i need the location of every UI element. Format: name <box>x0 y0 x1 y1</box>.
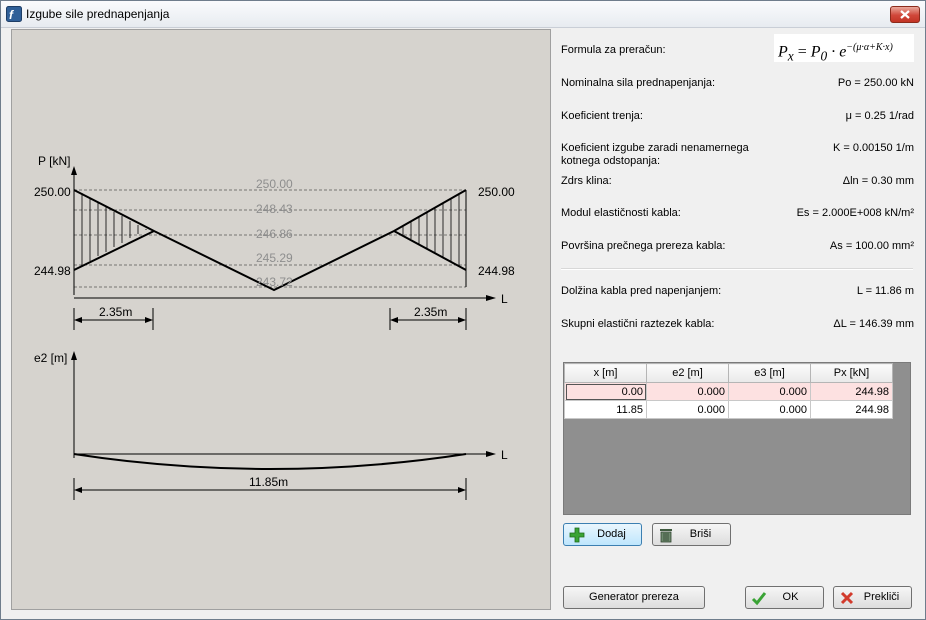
right-top-value: 250.00 <box>478 185 515 199</box>
length-axis-label: L <box>501 292 508 306</box>
cable-length-label: Dolžina kabla pred napenjanjem: <box>561 285 722 297</box>
plus-icon <box>569 527 585 543</box>
cable-area-label: Površina prečnega prereza kabla: <box>561 240 726 252</box>
anchor-slip-label: Zdrs klina: <box>561 175 612 187</box>
column-header-px[interactable]: Px [kN] <box>810 363 893 383</box>
trash-icon <box>660 529 672 543</box>
length-axis-arrow <box>486 295 496 301</box>
elastic-modulus-label: Modul elastičnosti kabla: <box>561 207 681 219</box>
force-axis-label: P [kN] <box>38 154 70 168</box>
cable-profile-curve <box>73 453 467 470</box>
window-title: Izgube sile prednapenjanja <box>26 7 170 21</box>
friction-coefficient-label: Koeficient trenja: <box>561 110 643 122</box>
ok-button[interactable]: OK <box>745 586 824 609</box>
close-button[interactable] <box>890 6 920 23</box>
cable-points-grid[interactable]: x [m] e2 [m] e3 [m] Px [kN] 0.00 0.000 0… <box>563 362 911 515</box>
wobble-coefficient-label: Koeficient izgube zaradi nenamernega kot… <box>561 142 749 167</box>
formula-label: Formula za preračun: <box>561 44 666 56</box>
level-label: 245.29 <box>256 251 293 265</box>
formula-exponent: −(μ·α+K·x) <box>846 42 893 53</box>
section-generator-button[interactable]: Generator prereza <box>563 586 705 609</box>
nominal-force-value: Po = 250.00 kN <box>837 77 914 89</box>
table-cell[interactable]: 11.85 <box>564 400 647 419</box>
right-draw-in-label: 2.35m <box>414 305 447 319</box>
left-hatching <box>81 193 147 266</box>
friction-coefficient-value: μ = 0.25 1/rad <box>845 110 914 122</box>
column-header-e3[interactable]: e3 [m] <box>728 363 811 383</box>
level-labels: 250.00 248.43 246.86 245.29 243.72 <box>256 177 293 289</box>
formula-eq: = <box>793 43 811 61</box>
section-generator-label: Generator prereza <box>589 591 679 603</box>
app-icon: f <box>6 6 22 22</box>
right-hatching <box>394 195 460 266</box>
formula-p0: P <box>810 43 821 61</box>
checkmark-icon <box>751 592 767 606</box>
ecc-axis-label: e2 [m] <box>34 351 67 365</box>
close-icon <box>900 10 910 19</box>
right-bottom-value: 244.98 <box>478 264 515 278</box>
column-header-e2[interactable]: e2 [m] <box>646 363 729 383</box>
table-cell[interactable]: 0.000 <box>728 382 811 401</box>
left-draw-in-label: 2.35m <box>99 305 132 319</box>
level-label: 250.00 <box>256 177 293 191</box>
level-label: 246.86 <box>256 227 293 241</box>
left-top-value: 250.00 <box>34 185 71 199</box>
force-axis-arrow <box>71 166 77 175</box>
cross-icon <box>840 591 854 605</box>
diagram-canvas: P [kN] L 250.00 244.98 250.00 244.98 250… <box>11 29 551 610</box>
force-diagram: P [kN] L 250.00 244.98 250.00 244.98 250… <box>34 154 515 500</box>
elongation-value: ΔL = 146.39 mm <box>833 318 914 330</box>
table-header-row: x [m] e2 [m] e3 [m] Px [kN] <box>564 363 893 383</box>
title-bar: f Izgube sile prednapenjanja <box>1 1 925 28</box>
level-label: 243.72 <box>256 275 293 289</box>
cable-length-value: L = 11.86 m <box>856 285 914 297</box>
ok-button-label: OK <box>782 591 799 603</box>
add-button-label: Dodaj <box>597 528 626 540</box>
table-row[interactable]: 0.00 0.000 0.000 244.98 <box>564 382 893 401</box>
ecc-length-label: L <box>501 448 508 462</box>
elastic-modulus-value: Es = 2.000E+008 kN/m² <box>796 207 914 219</box>
wobble-coefficient-value: K = 0.00150 1/m <box>832 142 914 154</box>
table-cell[interactable]: 244.98 <box>810 382 893 401</box>
draw-in-dimensions <box>73 308 467 330</box>
delete-button-label: Briši <box>689 528 712 540</box>
dialog-window: f Izgube sile prednapenjanja P [kN] L 25… <box>0 0 926 620</box>
ecc-length-arrow <box>486 451 496 457</box>
nominal-force-label: Nominalna sila prednapenjanja: <box>561 77 716 89</box>
cable-points-table: x [m] e2 [m] e3 [m] Px [kN] 0.00 0.000 0… <box>564 363 893 419</box>
add-button[interactable]: Dodaj <box>563 523 642 546</box>
left-bottom-value: 244.98 <box>34 264 71 278</box>
delete-button[interactable]: Briši <box>652 523 731 546</box>
dialog-client: P [kN] L 250.00 244.98 250.00 244.98 250… <box>6 28 920 616</box>
ecc-axis-arrow <box>71 351 77 360</box>
table-cell[interactable]: 0.000 <box>728 400 811 419</box>
table-cell[interactable]: 0.000 <box>646 400 729 419</box>
table-row[interactable]: 11.85 0.000 0.000 244.98 <box>564 400 893 419</box>
elongation-label: Skupni elastični raztezek kabla: <box>561 318 715 330</box>
table-cell[interactable]: 244.98 <box>810 400 893 419</box>
cable-area-value: As = 100.00 mm² <box>829 240 914 252</box>
formula-display: Px = P0 · e−(μ·α+K·x) <box>774 34 914 64</box>
formula-mid: · e <box>827 43 847 61</box>
total-length-label: 11.85m <box>249 475 288 489</box>
cancel-button[interactable]: Prekliči <box>833 586 912 609</box>
separator-line <box>561 268 913 270</box>
table-cell[interactable]: 0.000 <box>646 382 729 401</box>
column-header-x[interactable]: x [m] <box>564 363 647 383</box>
formula-lhs: P <box>778 43 788 61</box>
level-label: 248.43 <box>256 202 293 216</box>
anchor-slip-value: Δln = 0.30 mm <box>842 175 914 187</box>
table-cell[interactable]: 0.00 <box>564 382 647 401</box>
